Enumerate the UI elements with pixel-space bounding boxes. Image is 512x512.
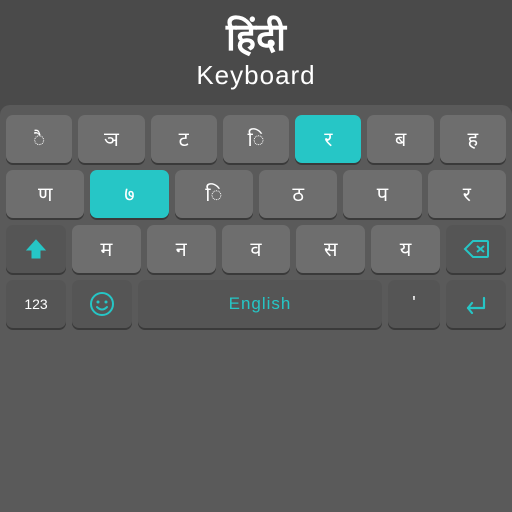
key-na2[interactable]: न: [147, 225, 216, 273]
key-ya[interactable]: य: [371, 225, 440, 273]
shift-button[interactable]: [6, 225, 66, 273]
key-va[interactable]: व: [222, 225, 291, 273]
header-keyboard: Keyboard: [10, 60, 502, 91]
keyboard-area: ै ञ ट ि र ब ह ण ७ ि ठ प र म न व स य: [0, 105, 512, 512]
key-ra[interactable]: र: [295, 115, 361, 163]
header: हिंदी Keyboard: [0, 0, 512, 105]
enter-icon: [464, 294, 488, 314]
emoji-button[interactable]: [72, 280, 132, 328]
header-hindi: हिंदी: [10, 18, 502, 60]
key-row-4: 123 English ': [6, 280, 506, 328]
key-sa[interactable]: स: [296, 225, 365, 273]
key-i2[interactable]: ि: [175, 170, 253, 218]
key-ma[interactable]: म: [72, 225, 141, 273]
key-ra2[interactable]: र: [428, 170, 506, 218]
backspace-button[interactable]: [446, 225, 506, 273]
emoji-icon: [89, 291, 115, 317]
key-i[interactable]: ि: [223, 115, 289, 163]
enter-button[interactable]: [446, 280, 506, 328]
key-ba[interactable]: ब: [367, 115, 433, 163]
key-row-3: म न व स य: [6, 225, 506, 273]
comma-button[interactable]: ': [388, 280, 440, 328]
key-ha[interactable]: ह: [440, 115, 506, 163]
key-ta[interactable]: ट: [151, 115, 217, 163]
numbers-button[interactable]: 123: [6, 280, 66, 328]
english-button[interactable]: English: [138, 280, 382, 328]
backspace-icon: [463, 239, 489, 259]
key-row-1: ै ञ ट ि र ब ह: [6, 115, 506, 163]
key-7[interactable]: ७: [90, 170, 168, 218]
shift-icon: [25, 238, 47, 260]
key-pa[interactable]: प: [343, 170, 421, 218]
key-row-2: ण ७ ि ठ प र: [6, 170, 506, 218]
key-ai[interactable]: ै: [6, 115, 72, 163]
key-na[interactable]: ण: [6, 170, 84, 218]
key-tha[interactable]: ठ: [259, 170, 337, 218]
key-nya[interactable]: ञ: [78, 115, 144, 163]
